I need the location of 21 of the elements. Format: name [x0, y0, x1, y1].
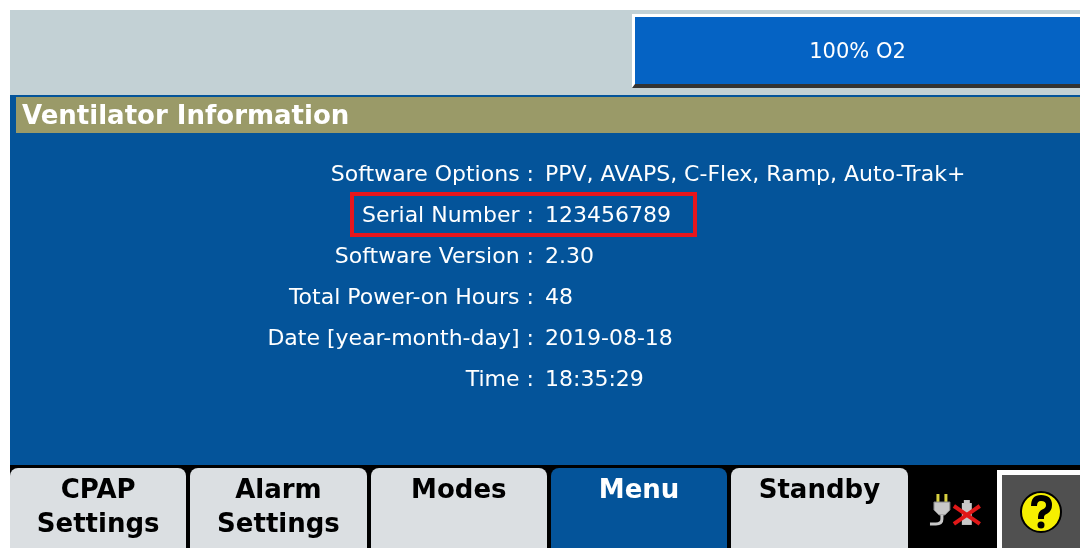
info-value: 18:35:29: [544, 365, 645, 393]
tab[interactable]: Alarm Settings: [190, 468, 367, 548]
info-value: 48: [544, 283, 574, 311]
info-value: 123456789: [538, 192, 697, 237]
panel-title: Ventilator Information: [16, 97, 1080, 133]
info-label: Date [year-month-day] :: [266, 324, 535, 352]
tab[interactable]: CPAP Settings: [10, 468, 187, 548]
info-value: PPV, AVAPS, C-Flex, Ramp, Auto-Trak+: [544, 160, 967, 188]
info-label: Total Power-on Hours :: [287, 283, 535, 311]
info-value: 2019-08-18: [544, 324, 674, 352]
help-button[interactable]: [997, 470, 1080, 548]
tab[interactable]: Menu: [550, 468, 728, 548]
info-label: Software Version :: [333, 242, 535, 270]
info-label: Serial Number :: [349, 192, 538, 237]
question-icon: [1019, 489, 1064, 534]
oxygen-button[interactable]: 100% O2: [632, 14, 1080, 88]
tab[interactable]: Modes: [370, 468, 547, 548]
tab[interactable]: Standby: [731, 468, 908, 548]
info-label: Time :: [464, 365, 535, 393]
info-label: Software Options :: [329, 160, 535, 188]
info-value: 2.30: [544, 242, 595, 270]
